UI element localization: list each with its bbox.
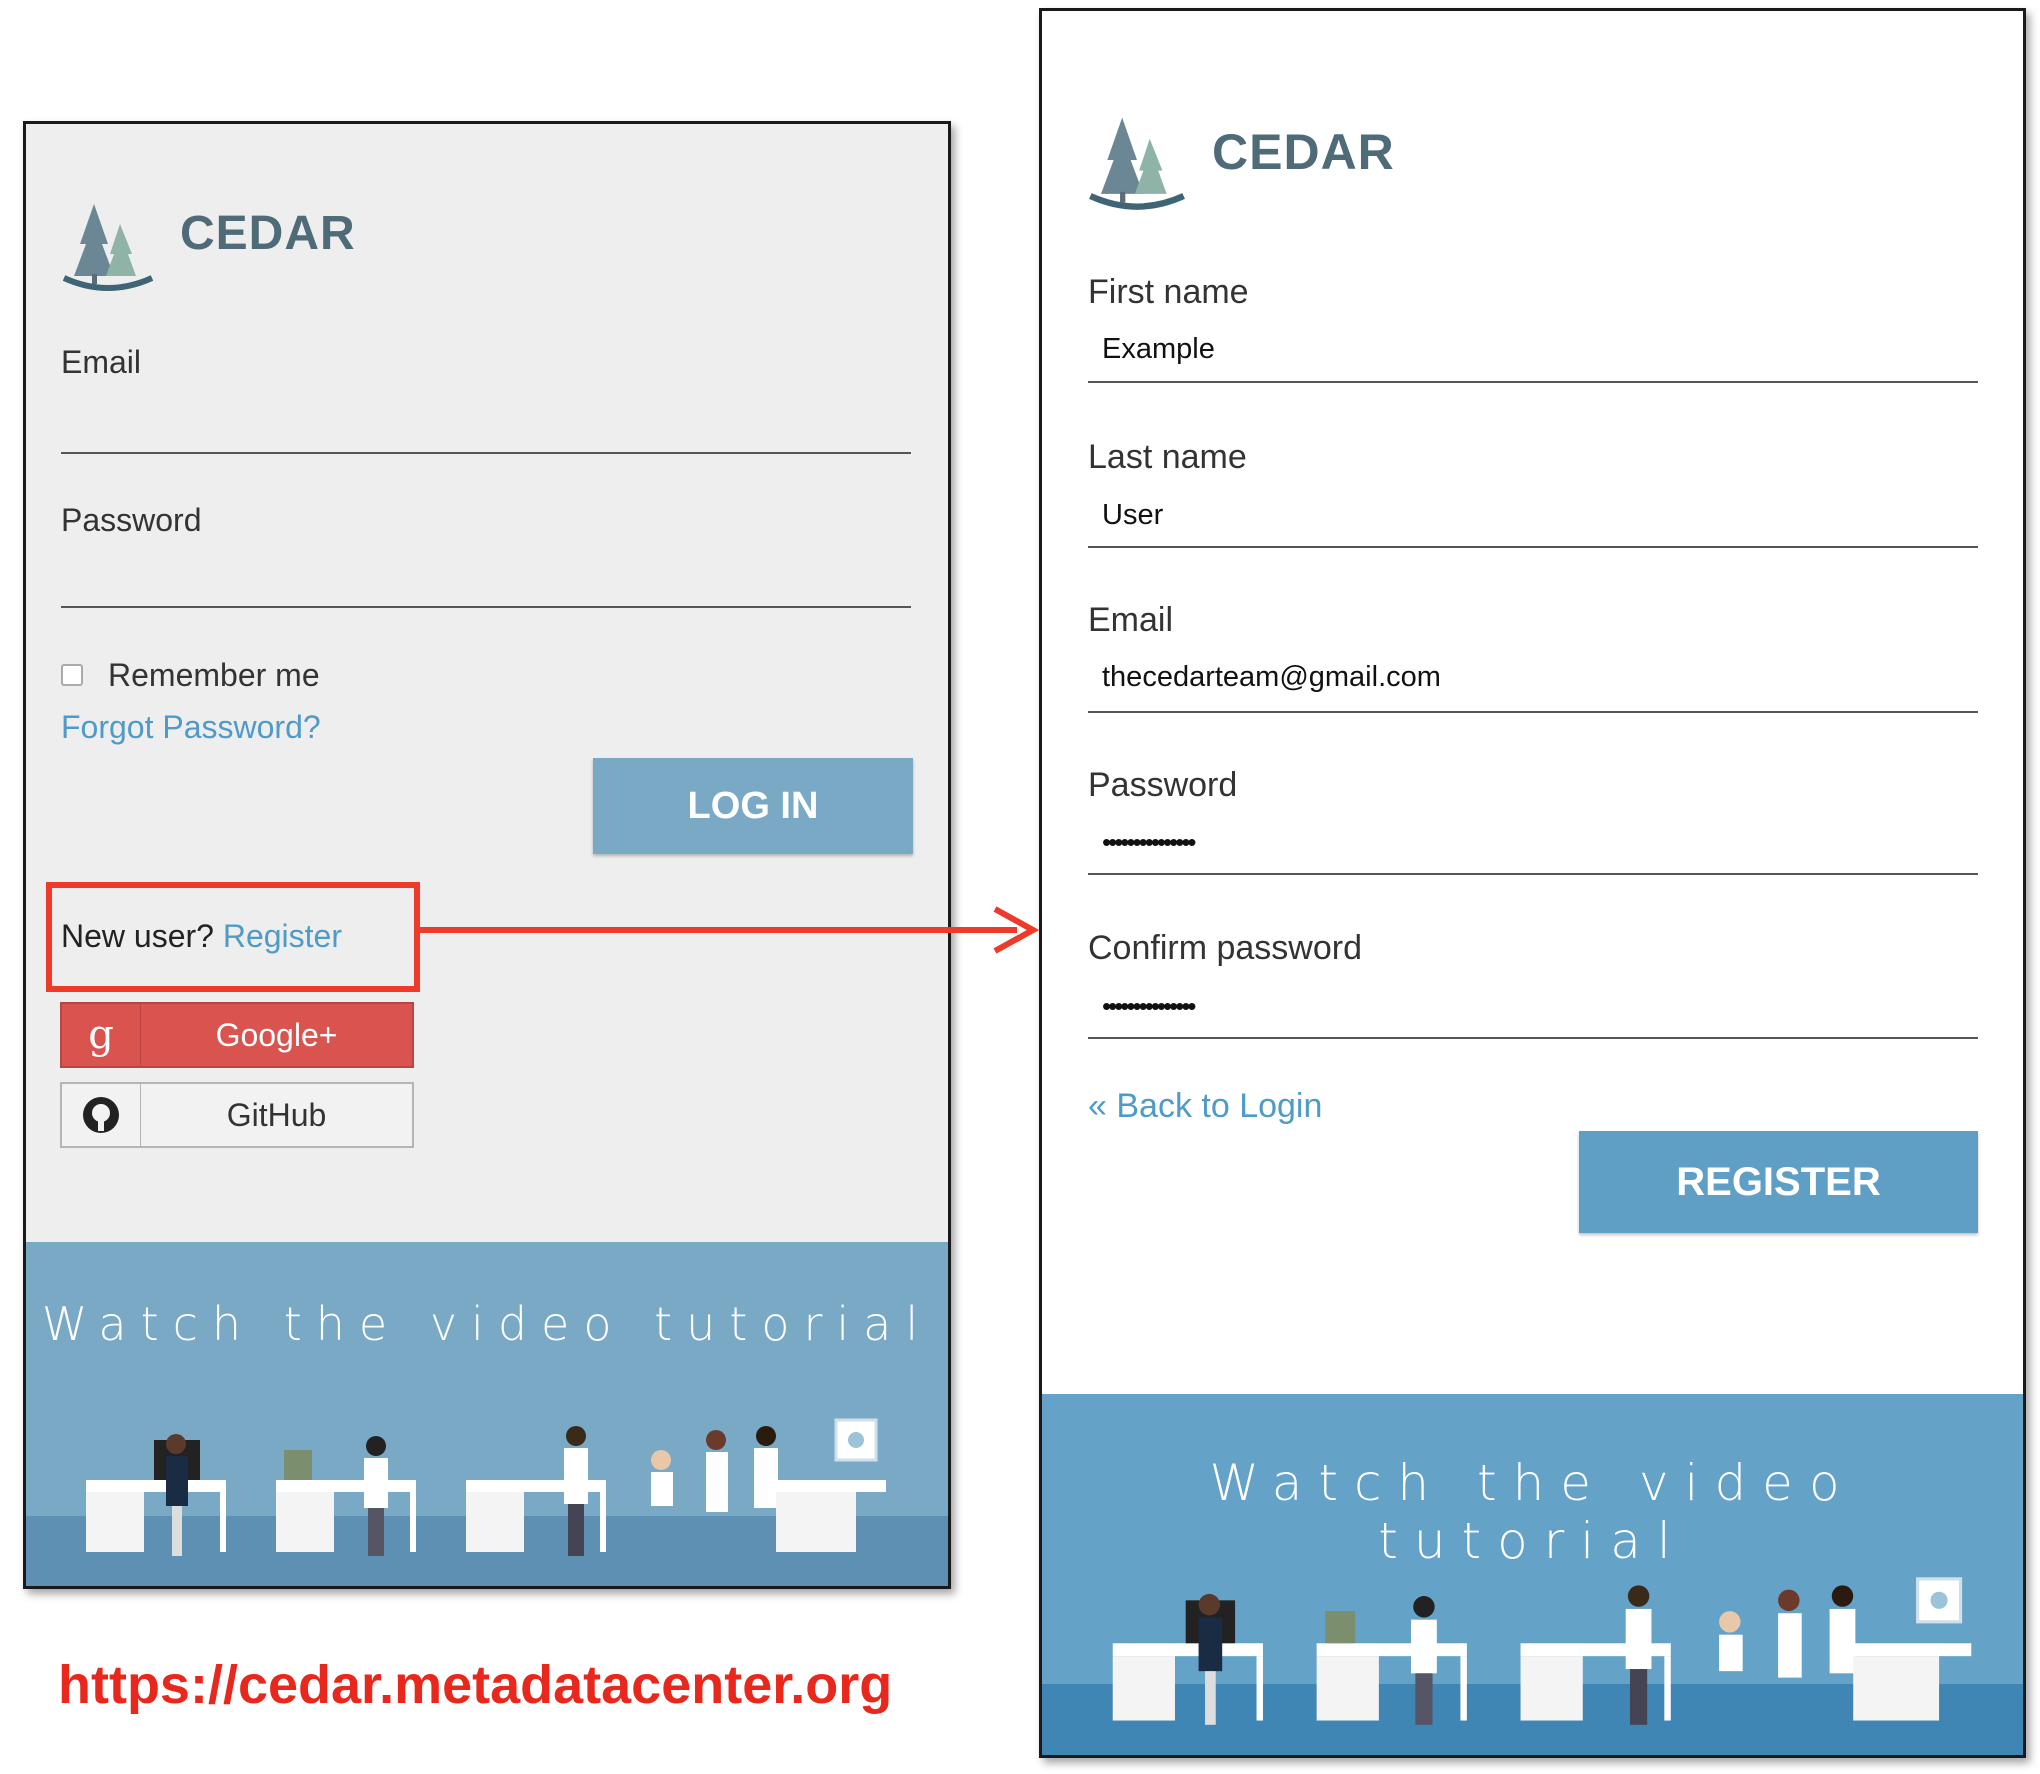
first-name-label: First name bbox=[1088, 273, 1249, 311]
password-underline bbox=[1088, 873, 1978, 875]
password-label: Password bbox=[1088, 766, 1238, 804]
last-name-label: Last name bbox=[1088, 438, 1247, 476]
login-button[interactable]: LOG IN bbox=[593, 758, 913, 854]
confirm-password-underline bbox=[1088, 1037, 1978, 1039]
remember-me-label: Remember me bbox=[108, 657, 320, 693]
register-button[interactable]: REGISTER bbox=[1579, 1131, 1978, 1233]
confirm-password-input[interactable]: ••••••••••••••• bbox=[1102, 991, 1197, 1022]
site-url: https://cedar.metadatacenter.org bbox=[58, 1655, 893, 1715]
github-icon bbox=[62, 1084, 141, 1146]
github-login-button[interactable]: GitHub bbox=[60, 1082, 414, 1148]
video-tutorial-banner[interactable]: Watch the video tutorial bbox=[26, 1242, 948, 1586]
github-button-label: GitHub bbox=[226, 1096, 327, 1133]
tutorial-title: Watch the video tutorial bbox=[41, 1297, 933, 1351]
remember-me-checkbox[interactable] bbox=[61, 664, 83, 686]
last-name-input[interactable]: User bbox=[1102, 499, 1163, 532]
first-name-underline bbox=[1088, 381, 1978, 383]
confirm-password-label: Confirm password bbox=[1088, 929, 1362, 967]
email-input[interactable] bbox=[61, 452, 911, 454]
google-login-button[interactable]: g Google+ bbox=[60, 1002, 414, 1068]
register-panel: CEDAR First name Example Last name User … bbox=[1039, 8, 2026, 1758]
password-input[interactable]: ••••••••••••••• bbox=[1102, 827, 1197, 858]
password-label: Password bbox=[61, 502, 202, 538]
back-to-login-link[interactable]: « Back to Login bbox=[1088, 1087, 1322, 1126]
lab-scientists-illustration bbox=[1112, 1577, 1972, 1725]
tutorial-title: Watch the video tutorial bbox=[1209, 1454, 1856, 1570]
first-name-input[interactable]: Example bbox=[1102, 333, 1215, 366]
last-name-underline bbox=[1088, 546, 1978, 548]
login-panel: CEDAR Email Password Remember me Forgot … bbox=[23, 121, 951, 1589]
google-button-label: Google+ bbox=[215, 1016, 338, 1053]
lab-scientists-illustration bbox=[86, 1418, 886, 1556]
cedar-logo-icon bbox=[1089, 117, 1185, 210]
password-input[interactable] bbox=[61, 606, 911, 608]
email-label: Email bbox=[1088, 601, 1174, 639]
forgot-password-link[interactable]: Forgot Password? bbox=[61, 709, 321, 746]
register-callout-box bbox=[46, 882, 420, 992]
email-input[interactable]: thecedarteam@gmail.com bbox=[1102, 661, 1441, 694]
logo-text: CEDAR bbox=[180, 207, 356, 260]
cedar-logo-icon bbox=[62, 204, 154, 291]
logo-text: CEDAR bbox=[1212, 124, 1395, 180]
video-tutorial-banner[interactable]: Watch the video tutorial bbox=[1042, 1394, 2023, 1755]
google-plus-icon: g bbox=[62, 1004, 141, 1066]
arrow-right-icon bbox=[417, 906, 1040, 954]
email-label: Email bbox=[61, 344, 142, 380]
email-underline bbox=[1088, 711, 1978, 713]
